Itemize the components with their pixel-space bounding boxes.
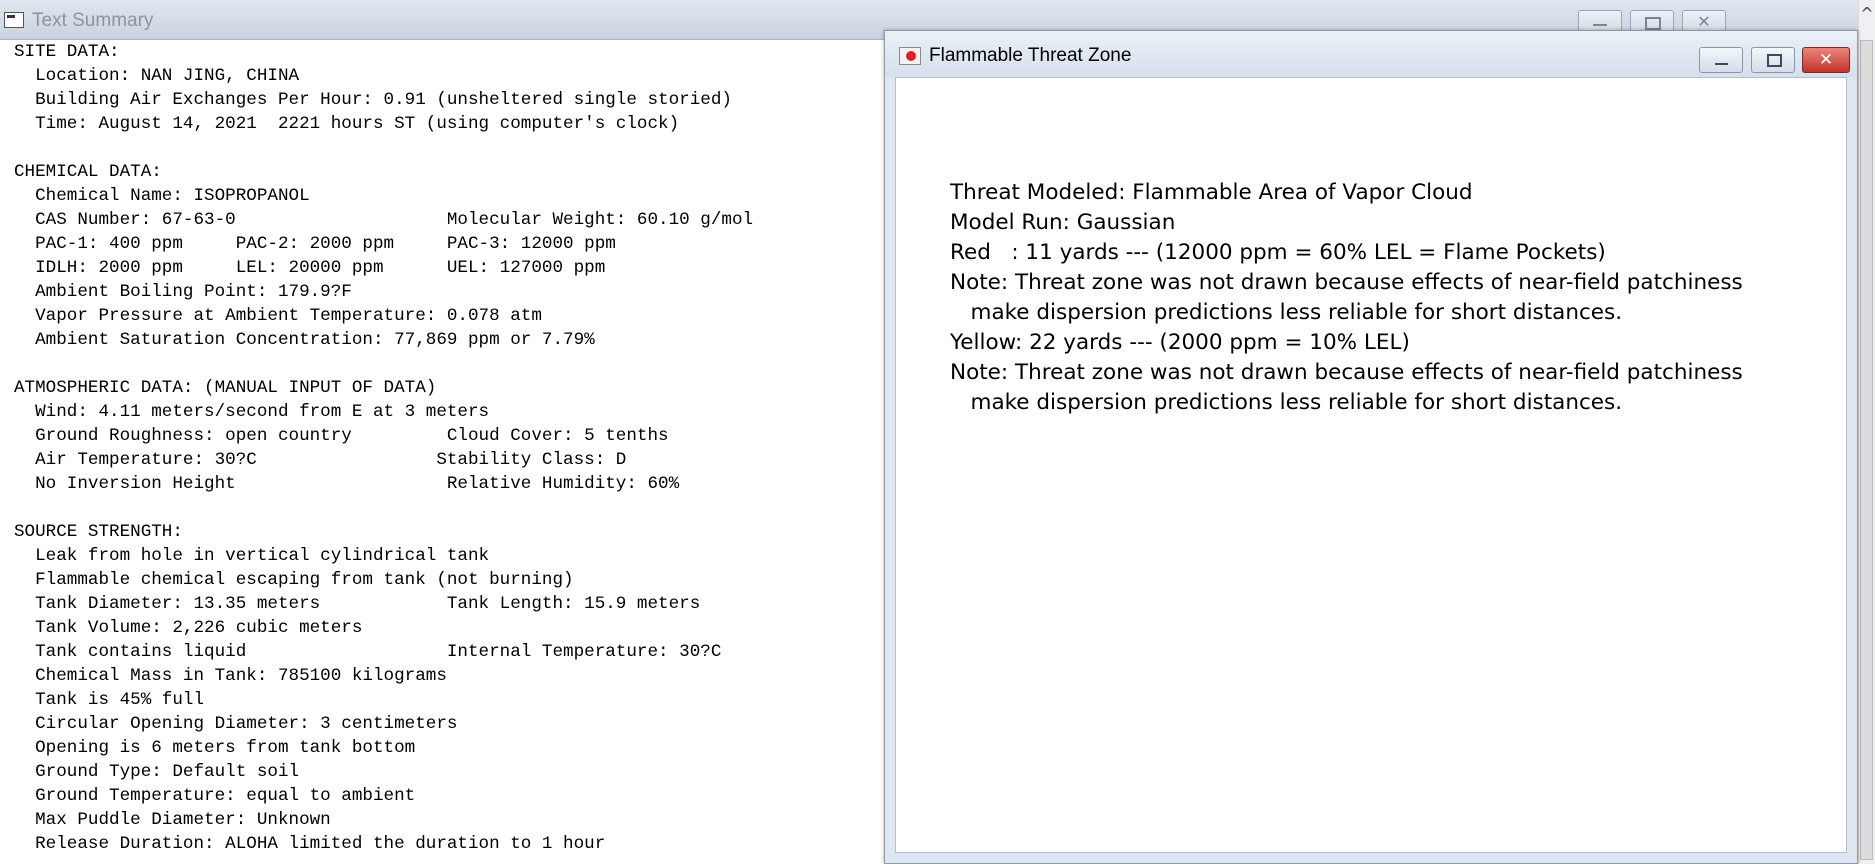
summary-line: Circular Opening Diameter: 3 centimeters xyxy=(14,714,458,734)
summary-line: SITE DATA: xyxy=(14,42,120,62)
scroll-up-arrow-icon[interactable]: ^ xyxy=(1859,4,1875,24)
close-icon: ✕ xyxy=(1697,12,1711,31)
summary-line xyxy=(14,136,884,160)
threat-zone-minimize-button[interactable] xyxy=(1699,47,1743,73)
summary-line: Release Duration: ALOHA limited the dura… xyxy=(14,834,606,854)
minimize-icon xyxy=(1715,63,1728,65)
threat-zone-title: Flammable Threat Zone xyxy=(929,45,1132,66)
summary-line: Leak from hole in vertical cylindrical t… xyxy=(14,546,490,566)
summary-line: Ambient Saturation Concentration: 77,869… xyxy=(14,330,595,350)
window-app-icon[interactable] xyxy=(4,12,24,28)
summary-line: Air Temperature: 30?C Stability Class: D xyxy=(14,450,627,470)
threat-zone-line: Model Run: Gaussian xyxy=(950,210,1176,235)
summary-line xyxy=(14,352,884,376)
threat-zone-text: Threat Modeled: Flammable Area of Vapor … xyxy=(950,178,1830,418)
scrollbar-thumb[interactable] xyxy=(1860,40,1873,860)
flame-red-dot-icon[interactable] xyxy=(899,47,921,65)
minimize-icon xyxy=(1593,24,1607,26)
summary-line: Tank contains liquid Internal Temperatur… xyxy=(14,642,722,662)
threat-zone-client-area[interactable]: Threat Modeled: Flammable Area of Vapor … xyxy=(895,77,1847,853)
threat-zone-line: make dispersion predictions less reliabl… xyxy=(950,300,1623,325)
summary-line: Ambient Boiling Point: 179.9?F xyxy=(14,282,352,302)
summary-line: Ground Roughness: open country Cloud Cov… xyxy=(14,426,669,446)
summary-line: Building Air Exchanges Per Hour: 0.91 (u… xyxy=(14,90,732,110)
summary-line: Tank Diameter: 13.35 meters Tank Length:… xyxy=(14,594,701,614)
threat-zone-close-button[interactable]: ✕ xyxy=(1802,47,1850,73)
text-summary-title: Text Summary xyxy=(32,10,154,31)
summary-line: ATMOSPHERIC DATA: (MANUAL INPUT OF DATA) xyxy=(14,378,437,398)
summary-line: Ground Temperature: equal to ambient xyxy=(14,786,416,806)
text-summary-content[interactable]: SITE DATA: Location: NAN JING, CHINA Bui… xyxy=(14,40,884,864)
summary-line: CHEMICAL DATA: xyxy=(14,162,162,182)
threat-zone-line: Note: Threat zone was not drawn because … xyxy=(950,270,1743,295)
threat-zone-line: Note: Threat zone was not drawn because … xyxy=(950,360,1743,385)
summary-line: Chemical Name: ISOPROPANOL xyxy=(14,186,310,206)
summary-line: Tank is 45% full xyxy=(14,690,205,710)
summary-line: Tank Volume: 2,226 cubic meters xyxy=(14,618,363,638)
flammable-threat-zone-window: Flammable Threat Zone ✕ Threat Modeled: … xyxy=(884,30,1858,864)
threat-zone-line: Threat Modeled: Flammable Area of Vapor … xyxy=(950,180,1473,205)
threat-zone-line: Yellow: 22 yards --- (2000 ppm = 10% LEL… xyxy=(950,330,1410,355)
maximize-icon xyxy=(1645,17,1661,30)
summary-line: Time: August 14, 2021 2221 hours ST (usi… xyxy=(14,114,680,134)
summary-line: SOURCE STRENGTH: xyxy=(14,522,183,542)
threat-zone-maximize-button[interactable] xyxy=(1751,47,1795,73)
summary-line: No Inversion Height Relative Humidity: 6… xyxy=(14,474,680,494)
summary-line: IDLH: 2000 ppm LEL: 20000 ppm UEL: 12700… xyxy=(14,258,606,278)
summary-line xyxy=(14,496,884,520)
summary-line: Wind: 4.11 meters/second from E at 3 met… xyxy=(14,402,490,422)
summary-line: Flammable chemical escaping from tank (n… xyxy=(14,570,574,590)
summary-line: PAC-1: 400 ppm PAC-2: 2000 ppm PAC-3: 12… xyxy=(14,234,616,254)
close-icon: ✕ xyxy=(1818,50,1834,70)
summary-line: Vapor Pressure at Ambient Temperature: 0… xyxy=(14,306,542,326)
threat-zone-titlebar[interactable]: Flammable Threat Zone ✕ xyxy=(885,31,1857,77)
summary-line: Ground Type: Default soil xyxy=(14,762,300,782)
summary-line: Chemical Mass in Tank: 785100 kilograms xyxy=(14,666,447,686)
summary-line: Location: NAN JING, CHINA xyxy=(14,66,300,86)
threat-zone-line: Red : 11 yards --- (12000 ppm = 60% LEL … xyxy=(950,240,1606,265)
summary-line: CAS Number: 67-63-0 Molecular Weight: 60… xyxy=(14,210,754,230)
threat-zone-line: make dispersion predictions less reliabl… xyxy=(950,390,1623,415)
summary-line: Max Puddle Diameter: Unknown xyxy=(14,810,331,830)
maximize-icon xyxy=(1767,54,1782,67)
summary-line: Opening is 6 meters from tank bottom xyxy=(14,738,416,758)
